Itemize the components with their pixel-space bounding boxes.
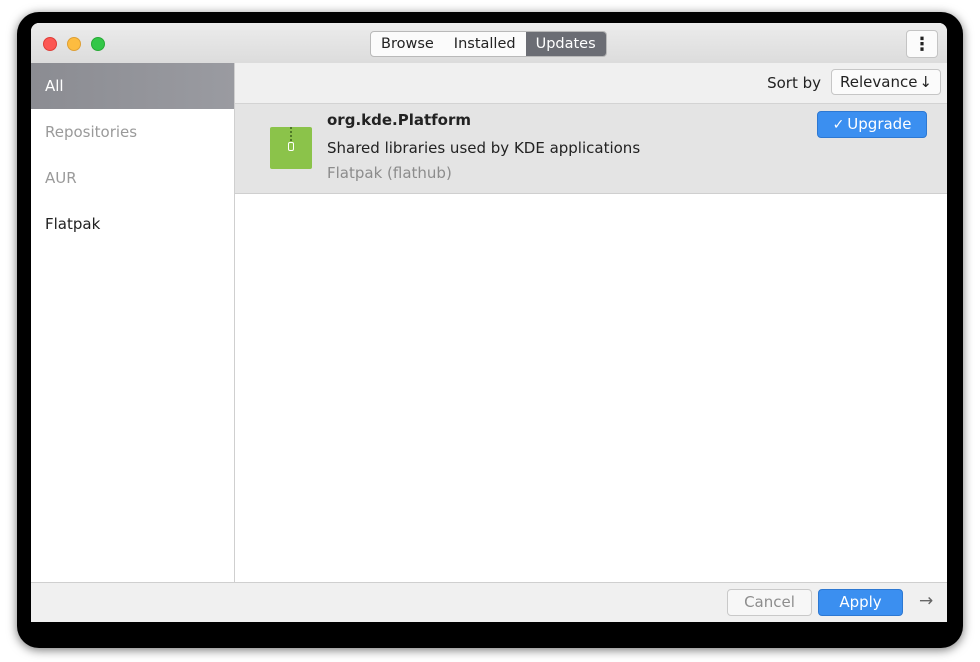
sort-label: Sort by: [767, 74, 821, 92]
close-window-button[interactable]: [43, 37, 57, 51]
sidebar-item-all[interactable]: All: [31, 63, 234, 109]
menu-button[interactable]: ⋮: [906, 30, 938, 58]
sidebar-item-repositories[interactable]: Repositories: [31, 109, 234, 155]
vertical-dots-icon: ⋮: [913, 33, 931, 55]
sort-dropdown[interactable]: Relevance ↓: [831, 69, 941, 95]
maximize-window-button[interactable]: [91, 37, 105, 51]
sidebar-item-flatpak[interactable]: Flatpak: [31, 201, 234, 247]
tab-browse[interactable]: Browse: [371, 32, 444, 56]
sort-bar: Sort by Relevance ↓: [235, 63, 947, 104]
sidebar-item-aur[interactable]: AUR: [31, 155, 234, 201]
checkmark-icon: ✓: [832, 117, 845, 133]
cancel-button[interactable]: Cancel: [727, 589, 812, 616]
titlebar: Browse Installed Updates ⋮: [31, 23, 947, 64]
bottom-bar: Cancel Apply →: [31, 582, 947, 622]
tab-updates[interactable]: Updates: [525, 32, 606, 56]
package-source: Flatpak (flathub): [327, 164, 452, 182]
tab-installed[interactable]: Installed: [444, 32, 526, 56]
minimize-window-button[interactable]: [67, 37, 81, 51]
view-switcher: Browse Installed Updates: [370, 31, 607, 57]
arrow-right-icon[interactable]: →: [919, 591, 933, 611]
package-row[interactable]: org.kde.Platform Shared libraries used b…: [235, 104, 947, 194]
arrow-down-icon: ↓: [919, 73, 932, 91]
package-description: Shared libraries used by KDE application…: [327, 139, 641, 157]
app-window: Browse Installed Updates ⋮ All Repositor…: [31, 23, 947, 622]
apply-button[interactable]: Apply: [818, 589, 903, 616]
sidebar: All Repositories AUR Flatpak: [31, 63, 235, 582]
upgrade-button[interactable]: ✓ Upgrade: [817, 111, 927, 138]
package-name: org.kde.Platform: [327, 111, 472, 129]
upgrade-label: Upgrade: [847, 115, 912, 133]
sort-value: Relevance: [840, 73, 918, 91]
package-archive-icon: [270, 127, 312, 169]
